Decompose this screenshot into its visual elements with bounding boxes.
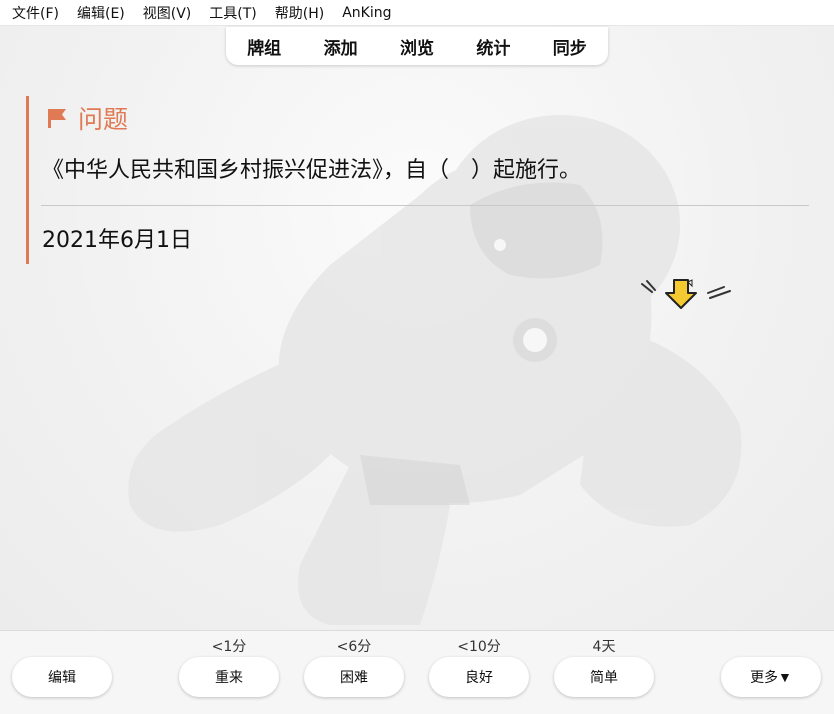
more-button[interactable]: 更多▼ bbox=[721, 657, 821, 697]
menu-view[interactable]: 视图(V) bbox=[143, 3, 192, 23]
hard-interval: <6分 bbox=[336, 639, 372, 655]
again-interval: <1分 bbox=[211, 639, 247, 655]
menu-tools[interactable]: 工具(T) bbox=[209, 3, 256, 23]
menu-file[interactable]: 文件(F) bbox=[12, 3, 59, 23]
easy-interval: 4天 bbox=[592, 639, 616, 655]
question-label: 问题 bbox=[78, 105, 129, 134]
good-interval: <10分 bbox=[457, 639, 501, 655]
answer-divider bbox=[41, 205, 809, 206]
again-button[interactable]: 重来 bbox=[179, 657, 279, 697]
hard-button[interactable]: 困难 bbox=[304, 657, 404, 697]
tab-sync[interactable]: 同步 bbox=[545, 34, 595, 59]
flag-icon bbox=[48, 109, 66, 128]
down-arrow-sticker-icon bbox=[638, 276, 734, 318]
tab-stats[interactable]: 统计 bbox=[468, 34, 518, 59]
question-heading: 问题 bbox=[46, 100, 128, 136]
tab-browse[interactable]: 浏览 bbox=[392, 34, 442, 59]
good-button[interactable]: 良好 bbox=[429, 657, 529, 697]
tab-decks[interactable]: 牌组 bbox=[239, 34, 289, 59]
tab-add[interactable]: 添加 bbox=[316, 34, 366, 59]
edit-button[interactable]: 编辑 bbox=[12, 657, 112, 697]
review-card: 问题 《中华人民共和国乡村振兴促进法》，自（ ）起施行。 2021年6月1日 bbox=[26, 96, 810, 264]
card-accent-bar bbox=[26, 96, 29, 264]
menu-anking[interactable]: AnKing bbox=[342, 5, 391, 21]
bottom-bar: 编辑 <1分 重来 <6分 困难 <10分 良好 4天 简单 更多▼ bbox=[0, 630, 834, 714]
menu-help[interactable]: 帮助(H) bbox=[275, 3, 324, 23]
easy-button[interactable]: 简单 bbox=[554, 657, 654, 697]
menu-edit[interactable]: 编辑(E) bbox=[77, 3, 125, 23]
question-text: 《中华人民共和国乡村振兴促进法》，自（ ）起施行。 bbox=[42, 158, 582, 183]
menu-bar: 文件(F) 编辑(E) 视图(V) 工具(T) 帮助(H) AnKing bbox=[0, 0, 834, 26]
top-toolbar: 牌组 添加 浏览 统计 同步 bbox=[226, 27, 608, 65]
answer-text: 2021年6月1日 bbox=[42, 228, 192, 253]
